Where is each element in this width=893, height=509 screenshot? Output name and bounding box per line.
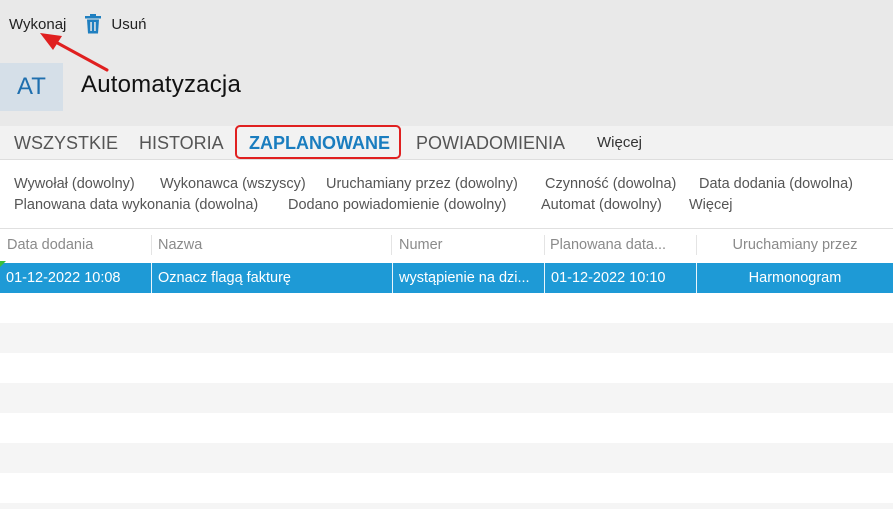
tab-bar: WSZYSTKIE HISTORIA ZAPLANOWANE POWIADOMI… xyxy=(0,126,893,160)
delete-button[interactable]: Usuń xyxy=(84,0,146,48)
cell-divider xyxy=(151,263,152,293)
column-divider xyxy=(544,235,545,255)
filter-automat[interactable]: Automat (dowolny) xyxy=(541,197,662,213)
run-button[interactable]: Wykonaj xyxy=(0,0,66,48)
tab-scheduled[interactable]: ZAPLANOWANE xyxy=(249,126,390,160)
filter-bar: Wywołał (dowolny) Wykonawca (wszyscy) Ur… xyxy=(0,160,893,229)
column-header-planned-date[interactable]: Planowana data... xyxy=(550,229,690,261)
filter-triggered-by[interactable]: Uruchamiany przez (dowolny) xyxy=(326,176,518,192)
cell-divider xyxy=(392,263,393,293)
filter-action[interactable]: Czynność (dowolna) xyxy=(545,176,676,192)
grid-header: Data dodania Nazwa Numer Planowana data.… xyxy=(0,229,893,261)
module-header: AT Automatyzacja xyxy=(0,48,893,126)
column-divider xyxy=(391,235,392,255)
column-header-date-added[interactable]: Data dodania xyxy=(7,229,147,261)
module-badge: AT xyxy=(0,63,63,111)
filter-notification-added[interactable]: Dodano powiadomienie (dowolny) xyxy=(288,197,506,213)
column-header-number[interactable]: Numer xyxy=(399,229,539,261)
filter-more[interactable]: Więcej xyxy=(689,197,733,213)
empty-row xyxy=(0,323,893,353)
empty-row xyxy=(0,293,893,323)
column-header-triggered-by[interactable]: Uruchamiany przez xyxy=(697,229,893,261)
cell-planned-date: 01-12-2022 10:10 xyxy=(551,270,666,286)
cell-name: Oznacz flagą fakturę xyxy=(158,270,291,286)
tab-more[interactable]: Więcej xyxy=(597,126,642,160)
empty-row xyxy=(0,473,893,503)
empty-row xyxy=(0,353,893,383)
run-button-label: Wykonaj xyxy=(9,15,67,33)
column-header-name[interactable]: Nazwa xyxy=(158,229,388,261)
tab-history[interactable]: HISTORIA xyxy=(139,126,224,160)
tab-notifications[interactable]: POWIADOMIENIA xyxy=(416,126,565,160)
filter-date-added[interactable]: Data dodania (dowolna) xyxy=(699,176,853,192)
row-indicator xyxy=(0,261,6,267)
delete-button-label: Usuń xyxy=(111,15,147,33)
cell-divider xyxy=(544,263,545,293)
cell-date-added: 01-12-2022 10:08 xyxy=(6,270,121,286)
empty-row xyxy=(0,503,893,509)
page-title: Automatyzacja xyxy=(81,71,242,98)
empty-row xyxy=(0,383,893,413)
table-row[interactable]: 01-12-2022 10:08 Oznacz flagą fakturę wy… xyxy=(0,263,893,293)
cell-number: wystąpienie na dzi... xyxy=(399,270,530,286)
tab-all[interactable]: WSZYSTKIE xyxy=(14,126,118,160)
filter-executor[interactable]: Wykonawca (wszyscy) xyxy=(160,176,306,192)
filter-caller[interactable]: Wywołał (dowolny) xyxy=(14,176,135,192)
empty-row xyxy=(0,443,893,473)
filter-planned-date[interactable]: Planowana data wykonania (dowolna) xyxy=(14,197,258,213)
cell-triggered-by: Harmonogram xyxy=(748,270,842,286)
toolbar: Wykonaj Usuń xyxy=(0,0,893,48)
empty-row xyxy=(0,413,893,443)
column-divider xyxy=(151,235,152,255)
trash-icon xyxy=(84,14,102,34)
